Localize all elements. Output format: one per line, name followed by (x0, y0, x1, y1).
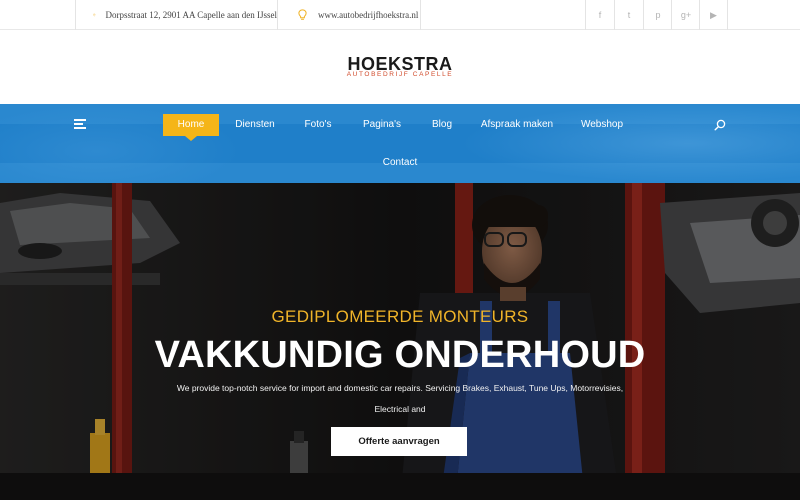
facebook-icon[interactable]: f (585, 0, 614, 30)
address-block: Dorpsstraat 12, 2901 AA Capelle aan den … (75, 0, 278, 30)
youtube-icon[interactable]: ▶ (699, 0, 728, 30)
request-quote-button[interactable]: Offerte aanvragen (331, 427, 467, 456)
nav-item-blog[interactable]: Blog (424, 114, 460, 136)
address-text: Dorpsstraat 12, 2901 AA Capelle aan den … (105, 10, 277, 20)
nav-item-contact[interactable]: Contact (376, 152, 424, 174)
nav-item-fotos[interactable]: Foto's (296, 114, 340, 136)
top-info-bar: Dorpsstraat 12, 2901 AA Capelle aan den … (0, 0, 800, 30)
menu-toggle-icon[interactable] (74, 119, 86, 129)
brand-header: HOEKSTRA AUTOBEDRIJF CAPELLE (0, 30, 800, 104)
pinterest-icon[interactable]: p (643, 0, 672, 30)
hero-description-line-1: We provide top-notch service for import … (176, 383, 624, 414)
hero-kicker: GEDIPLOMEERDE MONTEURS (271, 307, 529, 326)
hero-title: VAKKUNDIG ONDERHOUD (154, 334, 646, 376)
nav-item-diensten[interactable]: Diensten (228, 114, 282, 136)
twitter-icon[interactable]: t (614, 0, 643, 30)
logo-tagline: AUTOBEDRIJF CAPELLE (346, 71, 454, 78)
nav-item-afspraak-maken[interactable]: Afspraak maken (477, 114, 557, 136)
website-block[interactable]: www.autobedrijfhoekstra.nl (278, 0, 421, 30)
website-link[interactable]: www.autobedrijfhoekstra.nl (318, 10, 418, 20)
nav-item-paginas[interactable]: Pagina's (356, 114, 408, 136)
google-plus-icon[interactable]: g+ (671, 0, 700, 30)
map-pin-icon (93, 13, 96, 17)
search-icon[interactable] (714, 119, 726, 131)
active-indicator (185, 136, 197, 141)
nav-item-webshop[interactable]: Webshop (574, 114, 630, 136)
hero-section: GEDIPLOMEERDE MONTEURS VAKKUNDIG ONDERHO… (0, 183, 800, 500)
lightbulb-icon (298, 9, 307, 20)
nav-item-home[interactable]: Home (163, 114, 219, 136)
